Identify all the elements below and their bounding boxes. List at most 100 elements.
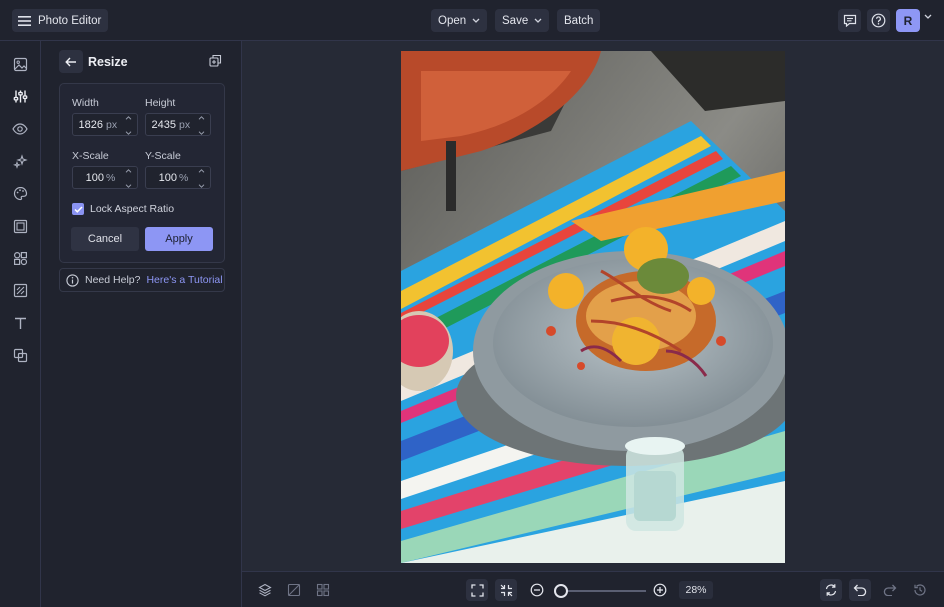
- xscale-unit: %: [106, 172, 116, 184]
- fit-screen-button[interactable]: [466, 579, 488, 601]
- sparkles-icon: [12, 153, 28, 169]
- batch-button[interactable]: Batch: [557, 9, 601, 32]
- rail-item-paint[interactable]: [11, 184, 29, 202]
- chevron-down-icon: [472, 18, 480, 23]
- bottom-bar: 28%: [242, 571, 944, 607]
- zoom-slider-handle[interactable]: [554, 584, 568, 598]
- rail-item-adjust[interactable]: [11, 87, 29, 105]
- question-icon: [871, 13, 886, 28]
- zoom-in-button[interactable]: [649, 579, 671, 601]
- width-value: 1826: [78, 119, 103, 131]
- rail-item-image[interactable]: [11, 55, 29, 73]
- collapse-icon: [500, 584, 512, 596]
- width-label: Width: [72, 97, 99, 109]
- apply-button[interactable]: Apply: [145, 227, 213, 251]
- overlay-icon: [13, 348, 27, 362]
- expand-icon: [470, 583, 484, 597]
- yscale-stepper[interactable]: [195, 169, 207, 188]
- chat-icon: [843, 14, 856, 27]
- app-menu-button[interactable]: Photo Editor: [12, 9, 109, 32]
- info-icon: [66, 273, 79, 287]
- rail-item-graphics[interactable]: [11, 249, 29, 267]
- duplicate-icon[interactable]: [209, 54, 222, 67]
- chevron-up-icon[interactable]: [198, 169, 205, 173]
- eye-icon: [12, 123, 28, 135]
- resize-panel: Resize Width Height 1826 px 2435 px X-Sc…: [41, 41, 242, 607]
- compare-button[interactable]: [283, 579, 305, 601]
- panel-title: Resize: [88, 55, 128, 69]
- xscale-input[interactable]: 100 %: [72, 166, 138, 189]
- chevron-down-icon[interactable]: [125, 184, 132, 188]
- grid-button[interactable]: [312, 579, 334, 601]
- tutorial-link[interactable]: Here's a Tutorial: [146, 274, 222, 286]
- resize-card: Width Height 1826 px 2435 px X-Scale Y-S…: [59, 83, 225, 263]
- help-button[interactable]: [867, 9, 890, 32]
- redo-button[interactable]: [879, 579, 901, 601]
- texture-icon: [13, 283, 27, 297]
- palette-icon: [13, 186, 27, 200]
- open-menu-button[interactable]: Open: [431, 9, 488, 32]
- text-icon: [14, 317, 26, 329]
- layers-button[interactable]: [254, 579, 276, 601]
- feedback-button[interactable]: [838, 9, 861, 32]
- refresh-icon: [825, 584, 837, 596]
- lock-aspect-checkbox[interactable]: [72, 203, 84, 215]
- chevron-down-icon: [534, 18, 542, 23]
- actual-size-button[interactable]: [495, 579, 517, 601]
- app-title: Photo Editor: [38, 14, 102, 27]
- checkmark-icon: [73, 205, 83, 213]
- canvas-area[interactable]: [242, 41, 944, 571]
- width-input[interactable]: 1826 px: [72, 113, 138, 136]
- undo-button[interactable]: [849, 579, 871, 601]
- minus-circle-icon: [530, 583, 544, 597]
- lock-aspect-label[interactable]: Lock Aspect Ratio: [90, 203, 174, 215]
- zoom-slider-track[interactable]: [560, 590, 646, 592]
- rail-item-view[interactable]: [11, 120, 29, 138]
- chevron-up-icon[interactable]: [125, 169, 132, 173]
- help-text: Need Help?: [85, 274, 141, 286]
- sliders-icon: [13, 90, 27, 102]
- height-label: Height: [145, 97, 176, 109]
- compare-icon: [287, 583, 301, 597]
- height-stepper[interactable]: [195, 116, 207, 135]
- chevron-down-icon[interactable]: [198, 131, 205, 135]
- width-unit: px: [106, 119, 118, 131]
- rail-item-effects[interactable]: [11, 152, 29, 170]
- yscale-unit: %: [179, 172, 189, 184]
- save-menu-button[interactable]: Save: [495, 9, 550, 32]
- photo-preview[interactable]: [401, 51, 785, 563]
- rotate-button[interactable]: [820, 579, 842, 601]
- plus-circle-icon: [653, 583, 667, 597]
- layers-icon: [258, 583, 272, 597]
- open-label: Open: [438, 14, 467, 27]
- user-avatar[interactable]: R: [896, 9, 920, 32]
- undo-icon: [853, 584, 867, 596]
- history-icon: [914, 584, 926, 596]
- frame-icon: [13, 219, 27, 233]
- help-box: Need Help? Here's a Tutorial: [59, 268, 225, 292]
- height-input[interactable]: 2435 px: [145, 113, 211, 136]
- chevron-down-icon[interactable]: [924, 14, 932, 19]
- arrow-left-icon: [65, 57, 76, 66]
- xscale-stepper[interactable]: [122, 169, 134, 188]
- rail-item-frames[interactable]: [11, 217, 29, 235]
- rail-item-text[interactable]: [11, 314, 29, 332]
- redo-icon: [883, 584, 897, 596]
- yscale-input[interactable]: 100 %: [145, 166, 211, 189]
- chevron-down-icon[interactable]: [198, 184, 205, 188]
- yscale-value: 100: [158, 172, 177, 184]
- rail-item-textures[interactable]: [11, 281, 29, 299]
- grid-icon: [316, 583, 330, 597]
- zoom-out-button[interactable]: [526, 579, 548, 601]
- chevron-up-icon[interactable]: [198, 116, 205, 120]
- rail-item-overlays[interactable]: [11, 346, 29, 364]
- width-stepper[interactable]: [122, 116, 134, 135]
- top-bar: Photo Editor Open Save Batch R: [0, 0, 944, 41]
- history-button[interactable]: [909, 579, 931, 601]
- chevron-down-icon[interactable]: [125, 131, 132, 135]
- hamburger-icon: [18, 15, 31, 26]
- back-button[interactable]: [59, 50, 83, 73]
- zoom-level[interactable]: 28%: [679, 581, 713, 599]
- chevron-up-icon[interactable]: [125, 116, 132, 120]
- cancel-button[interactable]: Cancel: [71, 227, 139, 251]
